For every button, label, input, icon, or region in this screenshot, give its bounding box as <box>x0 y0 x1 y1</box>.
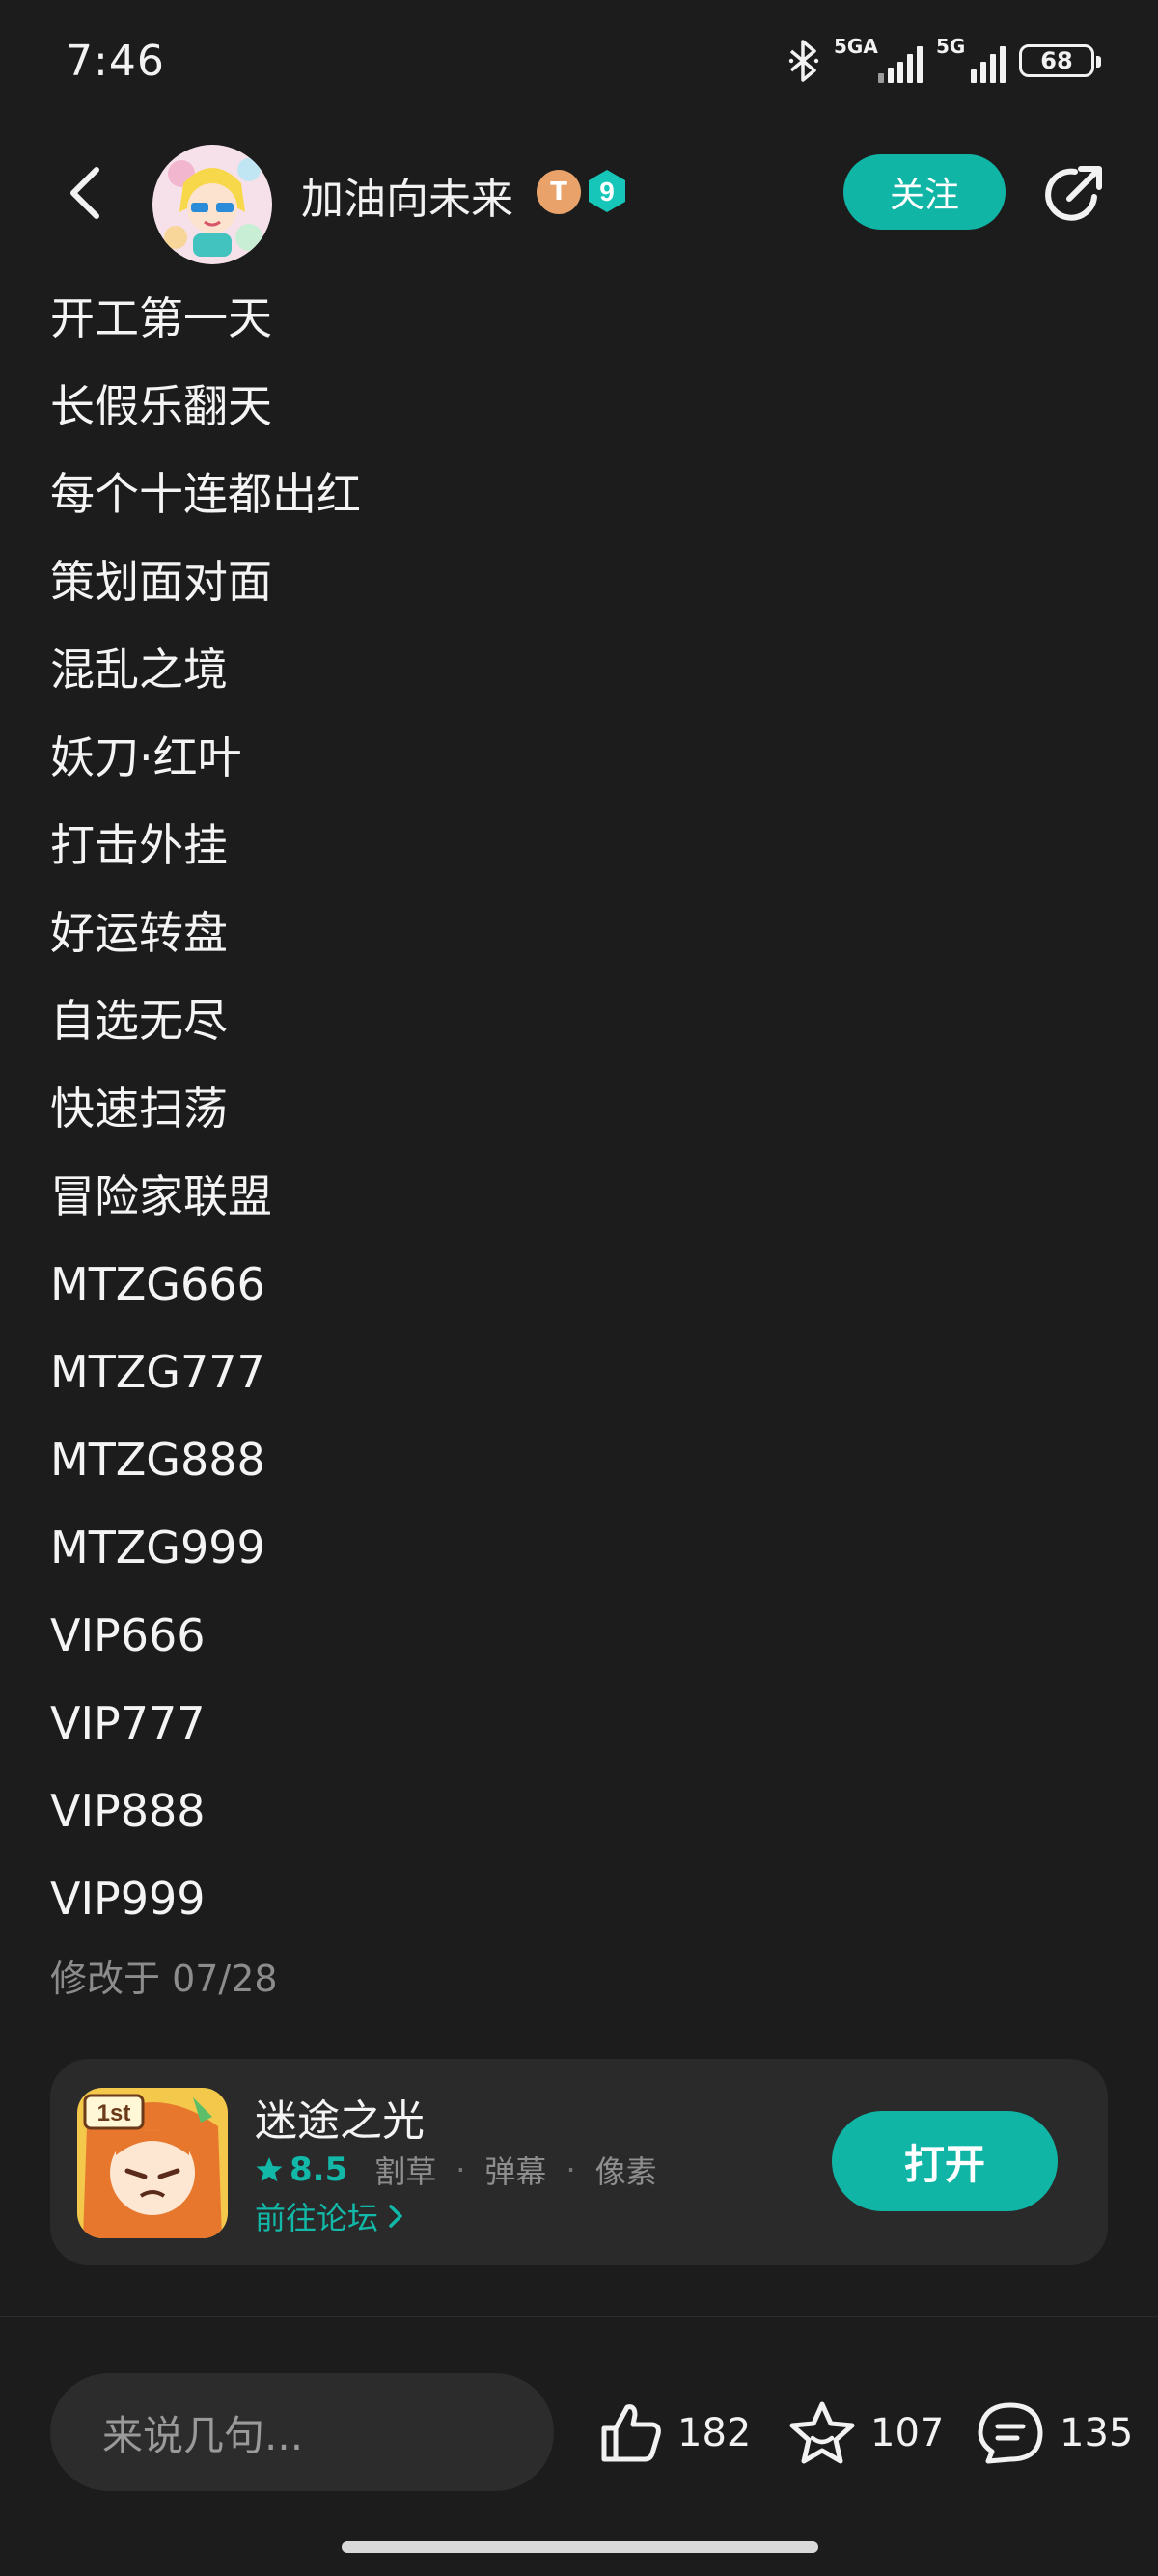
favorite-count: 107 <box>870 2411 945 2455</box>
code-line: VIP999 <box>50 1873 206 1925</box>
code-line: MTZG777 <box>50 1346 265 1398</box>
share-button[interactable] <box>1040 160 1108 228</box>
post-header: 加油向未来 T 9 关注 <box>0 145 1158 264</box>
code-line: 开工第一天 <box>50 292 272 344</box>
code-line: 混乱之境 <box>50 644 228 696</box>
thumbs-up-icon <box>601 2404 661 2462</box>
comment-placeholder: 来说几句... <box>102 2411 304 2459</box>
game-score: 8.5 <box>290 2151 348 2189</box>
favorite-button[interactable]: 107 <box>787 2398 944 2468</box>
username[interactable]: 加油向未来 <box>301 164 513 226</box>
code-line: 妖刀·红叶 <box>50 731 242 783</box>
forum-link-label: 前往论坛 <box>255 2200 379 2236</box>
code-line: 自选无尽 <box>50 995 228 1047</box>
code-line: 策划面对面 <box>50 556 272 608</box>
game-tag: 割草 <box>374 2153 437 2190</box>
like-button[interactable]: 182 <box>596 2398 751 2468</box>
comment-count: 135 <box>1060 2411 1134 2455</box>
game-name[interactable]: 迷途之光 <box>255 2086 425 2148</box>
post-content: 开工第一天 长假乐翻天 每个十连都出红 策划面对面 混乱之境 妖刀·红叶 打击外… <box>50 275 361 1943</box>
code-line: VIP666 <box>50 1609 206 1661</box>
code-line: 好运转盘 <box>50 907 228 959</box>
modified-date: 修改于 07/28 <box>50 1958 278 2000</box>
home-indicator[interactable] <box>342 2541 818 2553</box>
status-icons: 5GA 5G 68 <box>787 35 1101 83</box>
divider <box>0 2316 1158 2317</box>
network-type-1: 5GA <box>834 35 878 58</box>
like-count: 182 <box>677 2411 752 2455</box>
signal-icon: 5GA <box>834 35 923 83</box>
signal-icon-2: 5G <box>936 35 1006 83</box>
status-bar: 7:46 5GA 5G 68 <box>0 0 1158 135</box>
status-time: 7:46 <box>66 37 165 86</box>
forum-link[interactable]: 前往论坛 <box>255 2194 405 2238</box>
battery-icon: 68 <box>1019 44 1101 77</box>
avatar[interactable] <box>152 145 272 264</box>
back-button[interactable] <box>58 162 116 224</box>
code-line: 每个十连都出红 <box>50 468 361 520</box>
code-line: 打击外挂 <box>50 819 228 871</box>
game-meta: 8.5 割草 · 弹幕 · 像素 <box>255 2148 657 2192</box>
code-line: VIP888 <box>50 1785 206 1837</box>
avatar-image <box>152 145 272 264</box>
chevron-left-icon <box>70 167 99 219</box>
star-icon <box>256 2157 283 2182</box>
code-line: MTZG666 <box>50 1258 265 1310</box>
game-tag: 像素 <box>594 2153 657 2190</box>
code-line: 快速扫荡 <box>50 1082 228 1135</box>
bluetooth-icon <box>787 40 820 82</box>
icon-badge-text: 1st <box>97 2100 131 2126</box>
comment-input[interactable]: 来说几句... <box>50 2373 554 2491</box>
code-line: 长假乐翻天 <box>50 380 272 432</box>
level-text: 9 <box>599 177 615 206</box>
hexagon-icon: 9 <box>589 170 625 212</box>
code-line: MTZG999 <box>50 1521 265 1574</box>
comment-bubble-icon <box>978 2402 1043 2464</box>
badge-letter: T <box>550 178 567 206</box>
level-badge: 9 <box>587 168 627 214</box>
open-game-button[interactable]: 打开 <box>832 2111 1058 2211</box>
code-line: VIP777 <box>50 1697 206 1749</box>
follow-button[interactable]: 关注 <box>843 154 1006 230</box>
game-icon-image: 1st <box>77 2088 228 2238</box>
user-badge: T <box>537 170 581 214</box>
battery-level: 68 <box>1040 47 1073 74</box>
game-card[interactable]: 1st 迷途之光 8.5 割草 · 弹幕 · 像素 前往论坛 打开 <box>50 2059 1108 2265</box>
code-line: MTZG888 <box>50 1434 265 1486</box>
game-tag: 弹幕 <box>484 2153 547 2190</box>
game-icon[interactable]: 1st <box>77 2088 228 2238</box>
network-type-2: 5G <box>936 35 966 58</box>
star-outline-icon <box>789 2401 855 2464</box>
chevron-right-icon <box>389 2205 402 2228</box>
comment-button[interactable]: 135 <box>975 2398 1133 2468</box>
code-line: 冒险家联盟 <box>50 1170 272 1222</box>
share-icon <box>1045 166 1102 221</box>
